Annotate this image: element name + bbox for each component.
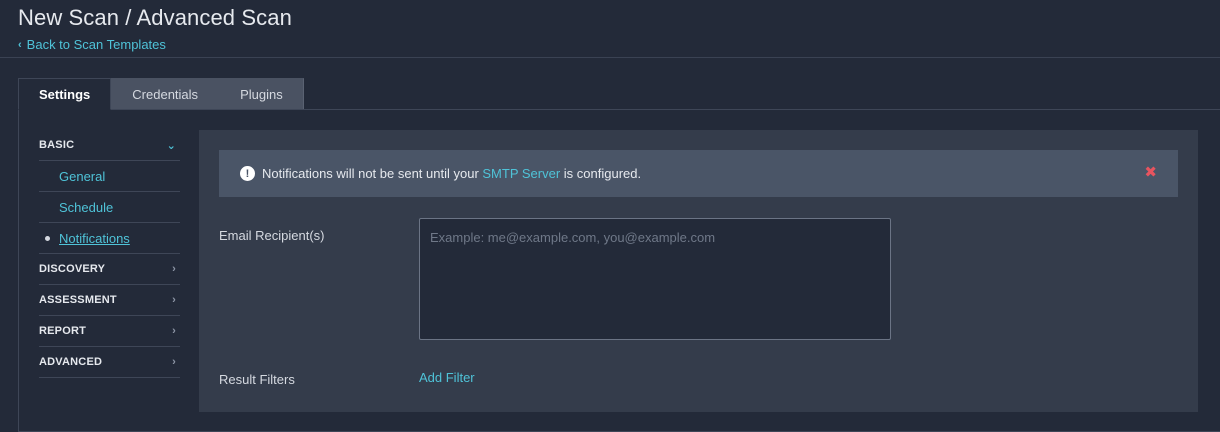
sidebar-section-basic[interactable]: BASIC ⌄ — [39, 130, 180, 161]
exclamation-circle-icon: ! — [240, 166, 255, 181]
sidebar-item-notifications[interactable]: Notifications — [39, 223, 180, 254]
settings-sidebar: BASIC ⌄ General Schedule Notifications D… — [39, 130, 180, 378]
smtp-server-link[interactable]: SMTP Server — [482, 166, 560, 181]
alert-text-before: Notifications will not be sent until you… — [262, 166, 483, 181]
tab-plugins[interactable]: Plugins — [219, 78, 304, 110]
chevron-right-icon: › — [172, 294, 176, 306]
back-to-templates-link[interactable]: ‹ Back to Scan Templates — [18, 37, 166, 52]
chevron-right-icon: › — [172, 263, 176, 275]
smtp-alert: ! Notifications will not be sent until y… — [219, 150, 1178, 197]
sidebar-section-label: ADVANCED — [39, 356, 103, 368]
tab-credentials[interactable]: Credentials — [111, 78, 220, 110]
sidebar-item-schedule[interactable]: Schedule — [39, 192, 180, 223]
chevron-down-icon: ⌄ — [166, 139, 176, 152]
sidebar-section-report[interactable]: REPORT › — [39, 316, 180, 347]
add-filter-link[interactable]: Add Filter — [419, 370, 475, 385]
sidebar-section-label: BASIC — [39, 139, 75, 151]
settings-panel: BASIC ⌄ General Schedule Notifications D… — [18, 109, 1220, 432]
email-recipients-input[interactable] — [419, 218, 891, 340]
alert-message: Notifications will not be sent until you… — [262, 166, 641, 181]
page-title: New Scan / Advanced Scan — [18, 5, 292, 30]
alert-text-after: is configured. — [560, 166, 642, 181]
notifications-content: ! Notifications will not be sent until y… — [199, 130, 1198, 412]
result-filters-label: Result Filters — [219, 372, 295, 387]
close-icon[interactable]: ✖ — [1144, 164, 1157, 182]
back-link-label: Back to Scan Templates — [26, 37, 166, 52]
sidebar-section-label: DISCOVERY — [39, 263, 106, 275]
sidebar-section-discovery[interactable]: DISCOVERY › — [39, 254, 180, 285]
chevron-right-icon: › — [172, 325, 176, 337]
sidebar-item-general[interactable]: General — [39, 161, 180, 192]
page-header: New Scan / Advanced Scan ‹ Back to Scan … — [0, 0, 1220, 58]
sidebar-section-label: ASSESSMENT — [39, 294, 117, 306]
sidebar-item-label: Schedule — [59, 199, 114, 215]
tab-settings[interactable]: Settings — [18, 78, 112, 110]
sidebar-section-assessment[interactable]: ASSESSMENT › — [39, 285, 180, 316]
chevron-left-icon: ‹ — [18, 38, 22, 51]
sidebar-section-label: REPORT — [39, 325, 87, 337]
sidebar-item-label: Notifications — [59, 230, 130, 246]
tab-bar: Settings Credentials Plugins — [18, 78, 304, 110]
sidebar-section-advanced[interactable]: ADVANCED › — [39, 347, 180, 378]
email-recipients-label: Email Recipient(s) — [219, 228, 325, 243]
sidebar-item-label: General — [59, 168, 106, 184]
active-bullet-icon — [45, 236, 50, 241]
chevron-right-icon: › — [172, 356, 176, 368]
